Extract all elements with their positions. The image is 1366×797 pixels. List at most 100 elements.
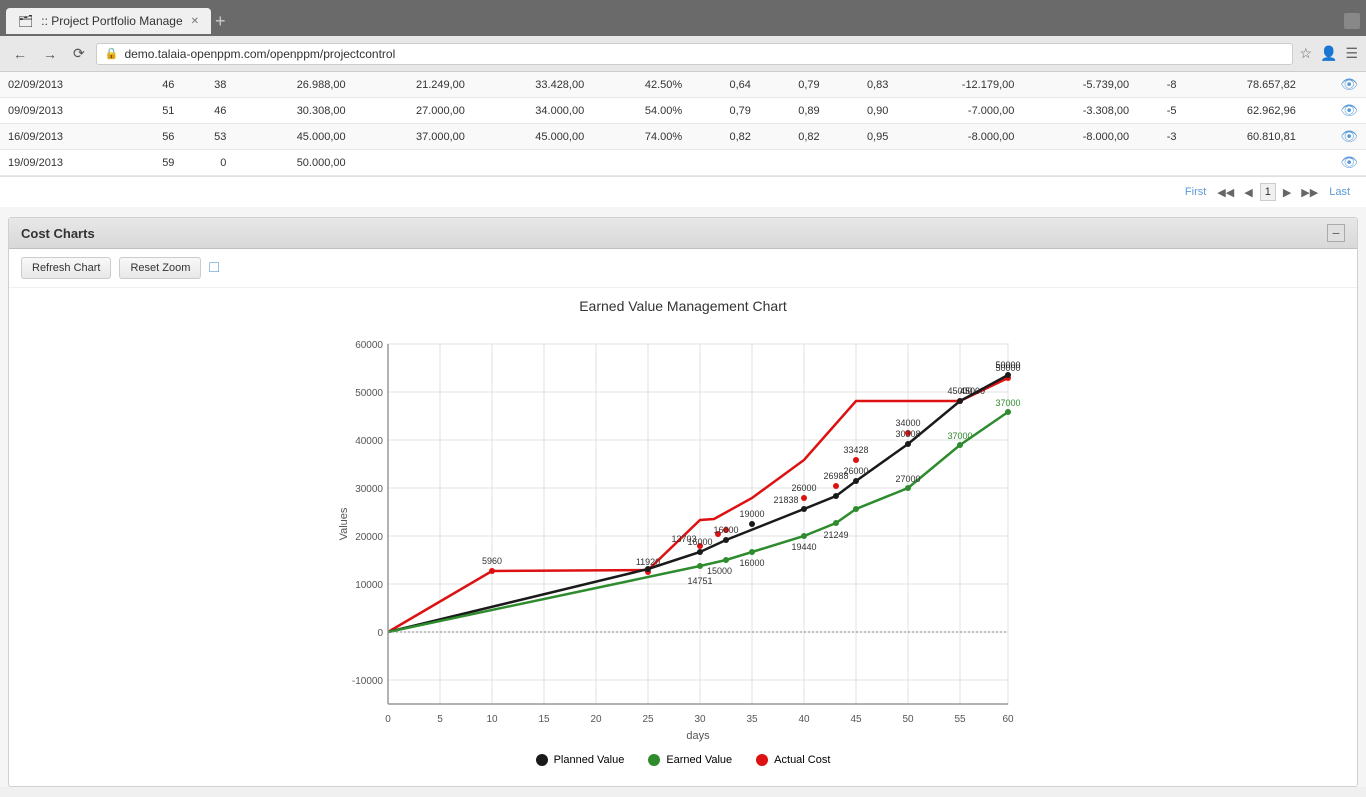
browser-window: 🗂 :: Project Portfolio Manage ✕ + ← → ⟳ … [0, 0, 1366, 72]
svg-text:50000: 50000 [355, 388, 383, 399]
cell-col7: 54.00% [592, 98, 690, 124]
svg-text:30000: 30000 [355, 484, 383, 495]
cell-col4: 50.000,00 [234, 150, 353, 176]
menu-icon[interactable]: ☰ [1345, 45, 1358, 62]
cell-col14: 78.657,82 [1185, 72, 1304, 98]
legend-actual-dot [756, 754, 768, 766]
cell-col10: 0,95 [828, 124, 897, 150]
svg-text:40: 40 [798, 714, 810, 725]
back-button[interactable]: ← [8, 44, 32, 64]
row-view-icon[interactable]: 👁 [1340, 102, 1358, 118]
cell-col11: -8.000,00 [896, 124, 1022, 150]
row-view-icon[interactable]: 👁 [1340, 128, 1358, 144]
svg-text:34000: 34000 [895, 418, 920, 428]
account-icon[interactable]: 👤 [1320, 45, 1337, 62]
chart-svg-wrapper: 60000 50000 40000 30000 20000 10000 0 -1… [29, 324, 1337, 744]
cell-col3: 53 [182, 124, 234, 150]
cell-col2: 59 [131, 150, 183, 176]
reload-button[interactable]: ⟳ [68, 43, 90, 64]
cell-col5: 37.000,00 [354, 124, 473, 150]
table-row: 02/09/2013 46 38 26.988,00 21.249,00 33.… [0, 72, 1366, 98]
svg-text:35: 35 [746, 714, 758, 725]
svg-text:15000: 15000 [707, 566, 732, 576]
cell-col2: 51 [131, 98, 183, 124]
tab-close-button[interactable]: ✕ [191, 16, 199, 27]
cost-charts-title: Cost Charts [21, 226, 95, 241]
cell-col12: -8.000,00 [1022, 124, 1137, 150]
cell-col9: 0,79 [759, 72, 828, 98]
svg-text:20: 20 [590, 714, 602, 725]
forward-button[interactable]: → [38, 44, 62, 64]
cost-charts-header: Cost Charts − [9, 218, 1357, 249]
svg-text:5: 5 [437, 714, 443, 725]
row-view-icon[interactable]: 👁 [1340, 76, 1358, 92]
svg-text:25: 25 [642, 714, 654, 725]
svg-text:19440: 19440 [791, 542, 816, 552]
refresh-chart-button[interactable]: Refresh Chart [21, 257, 111, 279]
legend-actual: Actual Cost [756, 754, 830, 766]
table-row: 09/09/2013 51 46 30.308,00 27.000,00 34.… [0, 98, 1366, 124]
pagination-first-link[interactable]: First [1181, 184, 1210, 200]
svg-text:45000: 45000 [960, 386, 985, 396]
svg-text:16000: 16000 [687, 537, 712, 547]
page-content: 02/09/2013 46 38 26.988,00 21.249,00 33.… [0, 72, 1366, 787]
cell-date: 02/09/2013 [0, 72, 131, 98]
cell-col9: 0,82 [759, 124, 828, 150]
cell-col12: -3.308,00 [1022, 98, 1137, 124]
cell-col4: 45.000,00 [234, 124, 353, 150]
cell-col8: 0,79 [690, 98, 759, 124]
svg-text:60000: 60000 [355, 340, 383, 351]
svg-text:37000: 37000 [995, 398, 1020, 408]
cell-col3: 0 [182, 150, 234, 176]
chart-legend: Planned Value Earned Value Actual Cost [29, 754, 1337, 766]
cell-col7: 74.00% [592, 124, 690, 150]
legend-planned-dot [536, 754, 548, 766]
table-row: 16/09/2013 56 53 45.000,00 37.000,00 45.… [0, 124, 1366, 150]
svg-text:-10000: -10000 [352, 676, 384, 687]
pagination-prev-icon[interactable]: ◀ [1241, 184, 1255, 201]
cell-col13: -8 [1137, 72, 1184, 98]
cell-col6: 45.000,00 [473, 124, 592, 150]
chart-expand-icon[interactable]: □ [209, 259, 219, 277]
project-data-table: 02/09/2013 46 38 26.988,00 21.249,00 33.… [0, 72, 1366, 176]
tab-favicon: 🗂 [18, 14, 33, 28]
svg-text:0: 0 [385, 714, 391, 725]
row-view-icon[interactable]: 👁 [1340, 154, 1358, 170]
cell-col13: -3 [1137, 124, 1184, 150]
svg-text:27000: 27000 [895, 474, 920, 484]
reset-zoom-button[interactable]: Reset Zoom [119, 257, 201, 279]
cell-col14: 60.810,81 [1185, 124, 1304, 150]
active-tab[interactable]: 🗂 :: Project Portfolio Manage ✕ [6, 8, 211, 34]
cell-col9: 0,89 [759, 98, 828, 124]
navigation-bar: ← → ⟳ 🔒 demo.talaia-openppm.com/openppm/… [0, 36, 1366, 72]
cell-col14: 62.962,96 [1185, 98, 1304, 124]
legend-earned-dot [648, 754, 660, 766]
address-bar[interactable]: 🔒 demo.talaia-openppm.com/openppm/projec… [96, 43, 1294, 65]
pagination-last-link[interactable]: Last [1325, 184, 1354, 200]
evm-chart-svg: 60000 50000 40000 30000 20000 10000 0 -1… [333, 324, 1033, 744]
bookmark-star-icon[interactable]: ☆ [1299, 45, 1312, 62]
pagination-next-double-icon[interactable]: ▶▶ [1298, 184, 1321, 201]
svg-text:14751: 14751 [687, 576, 712, 586]
cell-col4: 26.988,00 [234, 72, 353, 98]
pagination-current-page: 1 [1260, 183, 1276, 201]
legend-planned-label: Planned Value [554, 754, 625, 766]
svg-text:21249: 21249 [823, 530, 848, 540]
window-control[interactable] [1344, 13, 1360, 29]
svg-text:33428: 33428 [843, 445, 868, 455]
cell-col6: 33.428,00 [473, 72, 592, 98]
cell-col8: 0,82 [690, 124, 759, 150]
svg-text:16000: 16000 [713, 525, 738, 535]
svg-text:days: days [686, 730, 710, 742]
new-tab-button[interactable]: + [215, 11, 226, 32]
svg-text:30308: 30308 [895, 429, 920, 439]
minimize-section-button[interactable]: − [1327, 224, 1345, 242]
svg-text:10: 10 [486, 714, 498, 725]
cell-col4: 30.308,00 [234, 98, 353, 124]
svg-text:26000: 26000 [843, 466, 868, 476]
security-icon: 🔒 [105, 47, 119, 60]
pagination-next-icon[interactable]: ▶ [1280, 184, 1294, 201]
svg-text:50: 50 [902, 714, 914, 725]
legend-planned: Planned Value [536, 754, 625, 766]
pagination-prev-double-icon[interactable]: ◀◀ [1214, 184, 1237, 201]
